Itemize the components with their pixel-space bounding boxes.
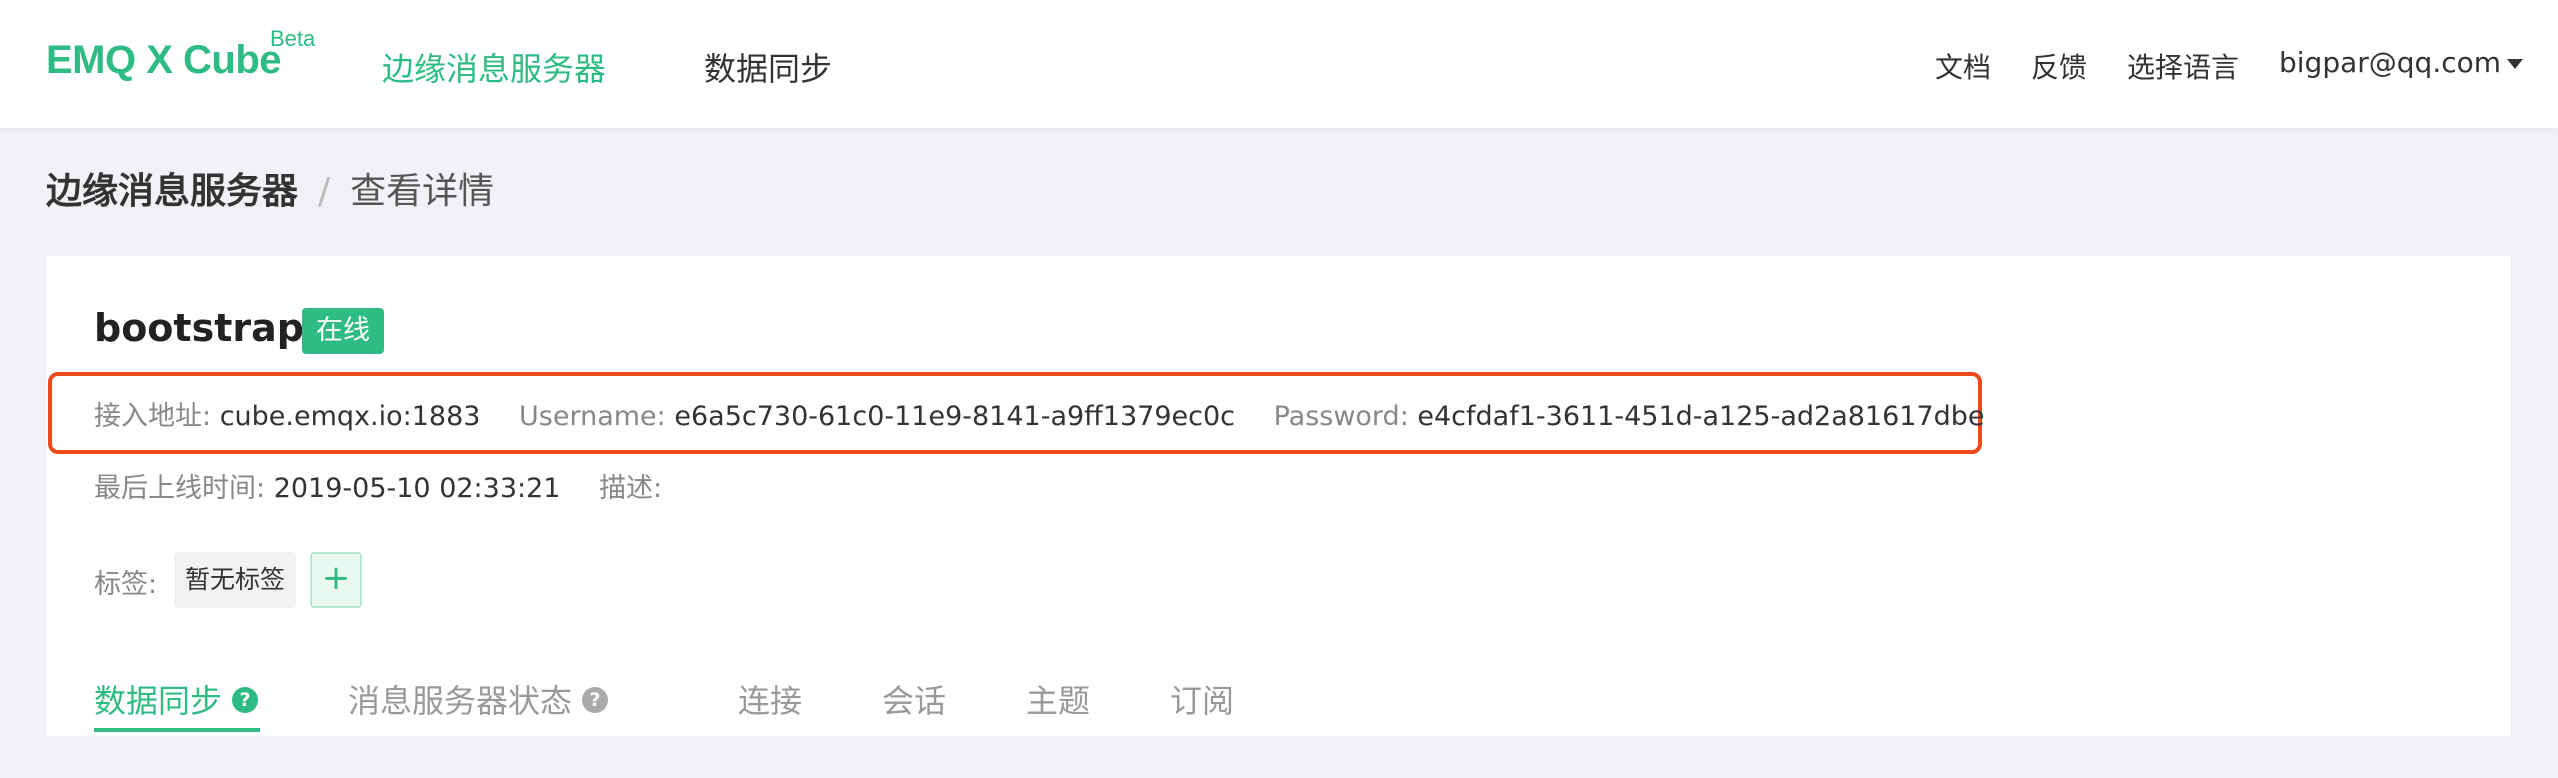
nav-edge-broker[interactable]: 边缘消息服务器: [382, 44, 606, 90]
beta-badge: Beta: [270, 26, 316, 51]
help-icon[interactable]: ?: [232, 687, 259, 713]
access-value: cube.emqx.io:1883: [219, 401, 481, 432]
meta-info-row: 最后上线时间: 2019-05-10 02:33:21 描述:: [94, 466, 662, 505]
tab-subscriptions[interactable]: 订阅: [1170, 676, 1234, 722]
password-label: Password:: [1273, 401, 1409, 432]
page-title: bootstrap: [94, 306, 304, 350]
nav-data-sync[interactable]: 数据同步: [704, 44, 832, 90]
tag-empty: 暂无标签: [174, 552, 296, 608]
docs-link[interactable]: 文档: [1935, 46, 1991, 86]
logo[interactable]: EMQ X Cube: [46, 38, 282, 83]
tab-broker-status[interactable]: 消息服务器状态?: [348, 676, 609, 722]
tab-sessions[interactable]: 会话: [882, 676, 946, 722]
language-select[interactable]: 选择语言: [2127, 46, 2239, 86]
user-email: bigpar@qq.com: [2279, 46, 2502, 79]
active-tab-indicator: [94, 728, 260, 732]
status-badge: 在线: [302, 308, 384, 354]
last-online-value: 2019-05-10 02:33:21: [273, 473, 561, 504]
password-value: e4cfdaf1-3611-451d-a125-ad2a81617dbe: [1417, 401, 1985, 432]
breadcrumb-separator: /: [318, 171, 331, 212]
tab-connections[interactable]: 连接: [738, 676, 802, 722]
breadcrumb-current: 查看详情: [350, 171, 495, 212]
user-menu[interactable]: bigpar@qq.com: [2279, 46, 2524, 79]
tab-label: 消息服务器状态: [348, 682, 573, 720]
feedback-link[interactable]: 反馈: [2031, 46, 2087, 86]
top-header: EMQ X Cube Beta 边缘消息服务器 数据同步 文档 反馈 选择语言 …: [0, 0, 2558, 128]
connection-info-row: 接入地址: cube.emqx.io:1883 Username: e6a5c7…: [94, 394, 1985, 433]
add-tag-button[interactable]: +: [310, 552, 362, 608]
detail-card: bootstrap 在线 接入地址: cube.emqx.io:1883 Use…: [46, 256, 2510, 736]
help-icon[interactable]: ?: [582, 687, 609, 713]
tab-label: 数据同步: [94, 682, 223, 720]
username-value: e6a5c730-61c0-11e9-8141-a9ff1379ec0c: [674, 401, 1235, 432]
tags-label: 标签:: [94, 569, 158, 600]
breadcrumb-parent[interactable]: 边缘消息服务器: [46, 171, 298, 212]
username-label: Username:: [519, 401, 666, 432]
access-label: 接入地址:: [94, 401, 212, 432]
last-online-label: 最后上线时间:: [94, 473, 266, 504]
description-label: 描述:: [599, 473, 663, 504]
breadcrumb: 边缘消息服务器 / 查看详情: [46, 162, 494, 214]
tab-data-sync[interactable]: 数据同步?: [94, 676, 259, 722]
tab-topics[interactable]: 主题: [1026, 676, 1090, 722]
caret-down-icon: [2507, 59, 2524, 69]
